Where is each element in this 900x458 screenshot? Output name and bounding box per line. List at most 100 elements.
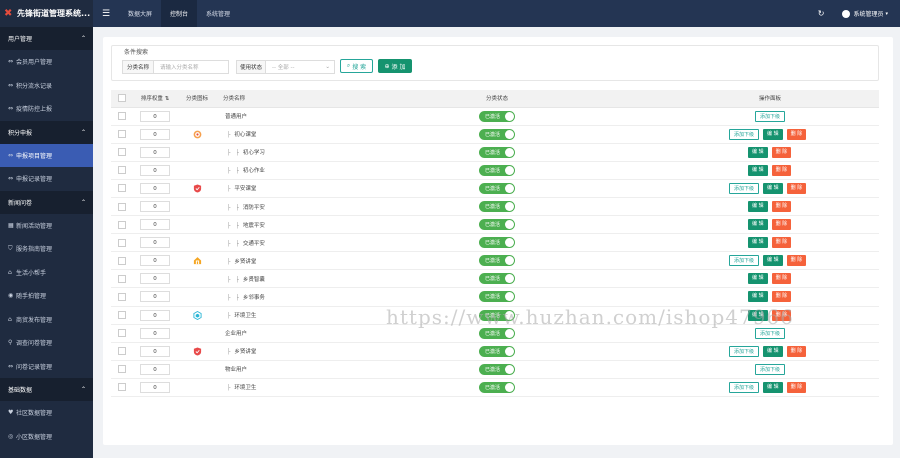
sort-input[interactable]: 0 — [140, 273, 170, 285]
edit-button[interactable]: 编 辑 — [748, 237, 768, 249]
sort-input[interactable]: 0 — [140, 327, 170, 339]
sort-input[interactable]: 0 — [140, 110, 170, 122]
sidebar-item[interactable]: ⇔ 申报项目管理 — [0, 143, 93, 167]
sidebar-item[interactable]: ◉ 随手拍管理 — [0, 284, 93, 308]
status-toggle[interactable]: 已激活 — [479, 291, 515, 303]
edit-button[interactable]: 编 辑 — [748, 146, 768, 158]
edit-button[interactable]: 编 辑 — [763, 182, 783, 194]
edit-button[interactable]: 编 辑 — [748, 164, 768, 176]
row-checkbox[interactable] — [118, 166, 126, 175]
status-toggle[interactable]: 已激活 — [479, 164, 515, 176]
sort-input[interactable]: 0 — [140, 219, 170, 231]
add-sub-button[interactable]: 添加下级 — [754, 327, 785, 339]
sort-input[interactable]: 0 — [140, 201, 170, 213]
sidebar-item[interactable]: ◎ 小区数据管理 — [0, 425, 93, 449]
sidebar-item[interactable]: ⇔ 积分流水记录 — [0, 74, 93, 98]
delete-button[interactable]: 删 除 — [786, 128, 807, 140]
sidebar-group[interactable]: 用户管理 ⌃ — [0, 27, 93, 50]
sort-input[interactable]: 0 — [140, 182, 170, 194]
status-toggle[interactable]: 已激活 — [479, 201, 515, 213]
edit-button[interactable]: 编 辑 — [763, 381, 783, 393]
sidebar-item[interactable]: ⇔ 问卷记录管理 — [0, 355, 93, 379]
delete-button[interactable]: 删 除 — [771, 237, 792, 249]
delete-button[interactable]: 删 除 — [786, 182, 807, 194]
sort-input[interactable]: 0 — [140, 309, 170, 321]
edit-button[interactable]: 编 辑 — [748, 219, 768, 231]
delete-button[interactable]: 删 除 — [771, 219, 792, 231]
sort-input[interactable]: 0 — [140, 255, 170, 267]
status-toggle[interactable]: 已激活 — [479, 345, 515, 357]
sidebar-item[interactable]: ⌂ 生活小帮手 — [0, 261, 93, 285]
top-tab[interactable]: 数据大屏 — [119, 0, 161, 27]
name-input[interactable]: 请输入分类名称 — [153, 60, 229, 74]
sidebar-item[interactable]: ⇔ 申报记录管理 — [0, 167, 93, 191]
status-toggle[interactable]: 已激活 — [479, 255, 515, 267]
sidebar-item[interactable]: ⛉ 服务指南管理 — [0, 237, 93, 261]
sidebar-item[interactable]: ▦ 新闻活动管理 — [0, 214, 93, 238]
sidebar-item[interactable]: ⇔ 会员用户管理 — [0, 50, 93, 74]
sort-input[interactable]: 0 — [140, 363, 170, 375]
edit-button[interactable]: 编 辑 — [763, 128, 783, 140]
sidebar-group[interactable]: 新闻问卷 ⌃ — [0, 190, 93, 214]
top-tab[interactable]: 控制台 — [161, 0, 198, 27]
add-sub-button[interactable]: 添加下级 — [754, 110, 785, 122]
status-toggle[interactable]: 已激活 — [479, 363, 515, 375]
sidebar-item[interactable]: ♥ 社区数据管理 — [0, 401, 93, 425]
edit-button[interactable]: 编 辑 — [748, 291, 768, 303]
row-checkbox[interactable] — [118, 256, 126, 265]
sort-input[interactable]: 0 — [140, 381, 170, 393]
edit-button[interactable]: 编 辑 — [763, 345, 783, 357]
sort-input[interactable]: 0 — [140, 237, 170, 249]
menu-toggle-icon[interactable]: ☰ — [93, 9, 119, 19]
top-tab[interactable]: 系统管理 — [197, 0, 239, 27]
row-checkbox[interactable] — [118, 274, 126, 283]
edit-button[interactable]: 编 辑 — [748, 201, 768, 213]
add-sub-button[interactable]: 添加下级 — [729, 345, 760, 357]
add-sub-button[interactable]: 添加下级 — [729, 128, 760, 140]
sort-icon[interactable]: ⇅ — [165, 96, 170, 102]
row-checkbox[interactable] — [118, 130, 126, 139]
row-checkbox[interactable] — [118, 347, 126, 356]
sidebar-group[interactable]: 基础数据 ⌃ — [0, 378, 93, 401]
sidebar-group[interactable]: 积分申报 ⌃ — [0, 120, 93, 144]
edit-button[interactable]: 编 辑 — [748, 273, 768, 285]
status-toggle[interactable]: 已激活 — [479, 128, 515, 140]
sidebar-item[interactable]: ⇔ 疫情防控上报 — [0, 97, 93, 121]
add-sub-button[interactable]: 添加下级 — [729, 255, 760, 267]
delete-button[interactable]: 删 除 — [771, 291, 792, 303]
delete-button[interactable]: 删 除 — [771, 273, 792, 285]
status-toggle[interactable]: 已激活 — [479, 146, 515, 158]
sidebar-item[interactable]: ⚲ 调查问卷管理 — [0, 331, 93, 355]
delete-button[interactable]: 删 除 — [771, 201, 792, 213]
row-checkbox[interactable] — [118, 383, 126, 392]
row-checkbox[interactable] — [118, 184, 126, 193]
delete-button[interactable]: 删 除 — [771, 146, 792, 158]
status-toggle[interactable]: 已激活 — [479, 110, 515, 122]
add-sub-button[interactable]: 添加下级 — [729, 182, 760, 194]
add-sub-button[interactable]: 添加下级 — [729, 381, 760, 393]
row-checkbox[interactable] — [118, 329, 126, 338]
status-toggle[interactable]: 已激活 — [479, 182, 515, 194]
status-toggle[interactable]: 已激活 — [479, 327, 515, 339]
avatar[interactable] — [842, 9, 851, 18]
sort-input[interactable]: 0 — [140, 291, 170, 303]
chevron-down-icon[interactable]: ▾ — [885, 11, 888, 17]
sidebar-item[interactable]: ⌂ 商贸发布管理 — [0, 308, 93, 332]
sort-input[interactable]: 0 — [140, 146, 170, 158]
status-toggle[interactable]: 已激活 — [479, 381, 515, 393]
add-button[interactable]: ⊕ 添 加 — [378, 59, 412, 73]
refresh-icon[interactable]: ↻ — [818, 9, 825, 18]
row-checkbox[interactable] — [118, 311, 126, 320]
edit-button[interactable]: 编 辑 — [763, 255, 783, 267]
sort-input[interactable]: 0 — [140, 128, 170, 140]
row-checkbox[interactable] — [118, 202, 126, 211]
row-checkbox[interactable] — [118, 238, 126, 247]
status-toggle[interactable]: 已激活 — [479, 237, 515, 249]
status-toggle[interactable]: 已激活 — [479, 273, 515, 285]
delete-button[interactable]: 删 除 — [771, 164, 792, 176]
app-logo[interactable]: ✖ 先锋街道管理系统... — [0, 0, 93, 27]
row-checkbox[interactable] — [118, 292, 126, 301]
row-checkbox[interactable] — [118, 365, 126, 374]
add-sub-button[interactable]: 添加下级 — [754, 363, 785, 375]
user-name[interactable]: 系统管理员 — [853, 9, 883, 18]
